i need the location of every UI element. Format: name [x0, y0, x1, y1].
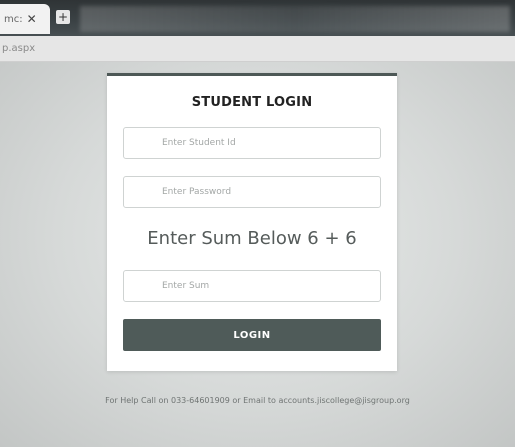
captcha-sum-label: Enter Sum Below 6 + 6	[147, 228, 357, 249]
url-text: p.aspx	[2, 43, 36, 54]
password-input[interactable]	[123, 176, 381, 208]
new-tab-button[interactable]: +	[56, 10, 70, 24]
tab-title: mc:	[4, 13, 23, 25]
blurred-toolbar	[80, 6, 510, 32]
browser-tabstrip: mc: ✕ +	[0, 0, 515, 36]
help-text: For Help Call on 033-64601909 or Email t…	[105, 396, 410, 405]
page-title: STUDENT LOGIN	[191, 95, 313, 110]
student-id-input[interactable]	[123, 127, 381, 159]
address-bar[interactable]: p.aspx	[0, 36, 515, 62]
sum-input[interactable]	[123, 270, 381, 302]
browser-tab[interactable]: mc: ✕	[0, 4, 50, 34]
close-icon[interactable]: ✕	[27, 12, 37, 26]
login-card: STUDENT LOGIN Enter Sum Below 6 + 6 LOGI…	[107, 73, 397, 371]
login-button[interactable]: LOGIN	[123, 319, 381, 351]
